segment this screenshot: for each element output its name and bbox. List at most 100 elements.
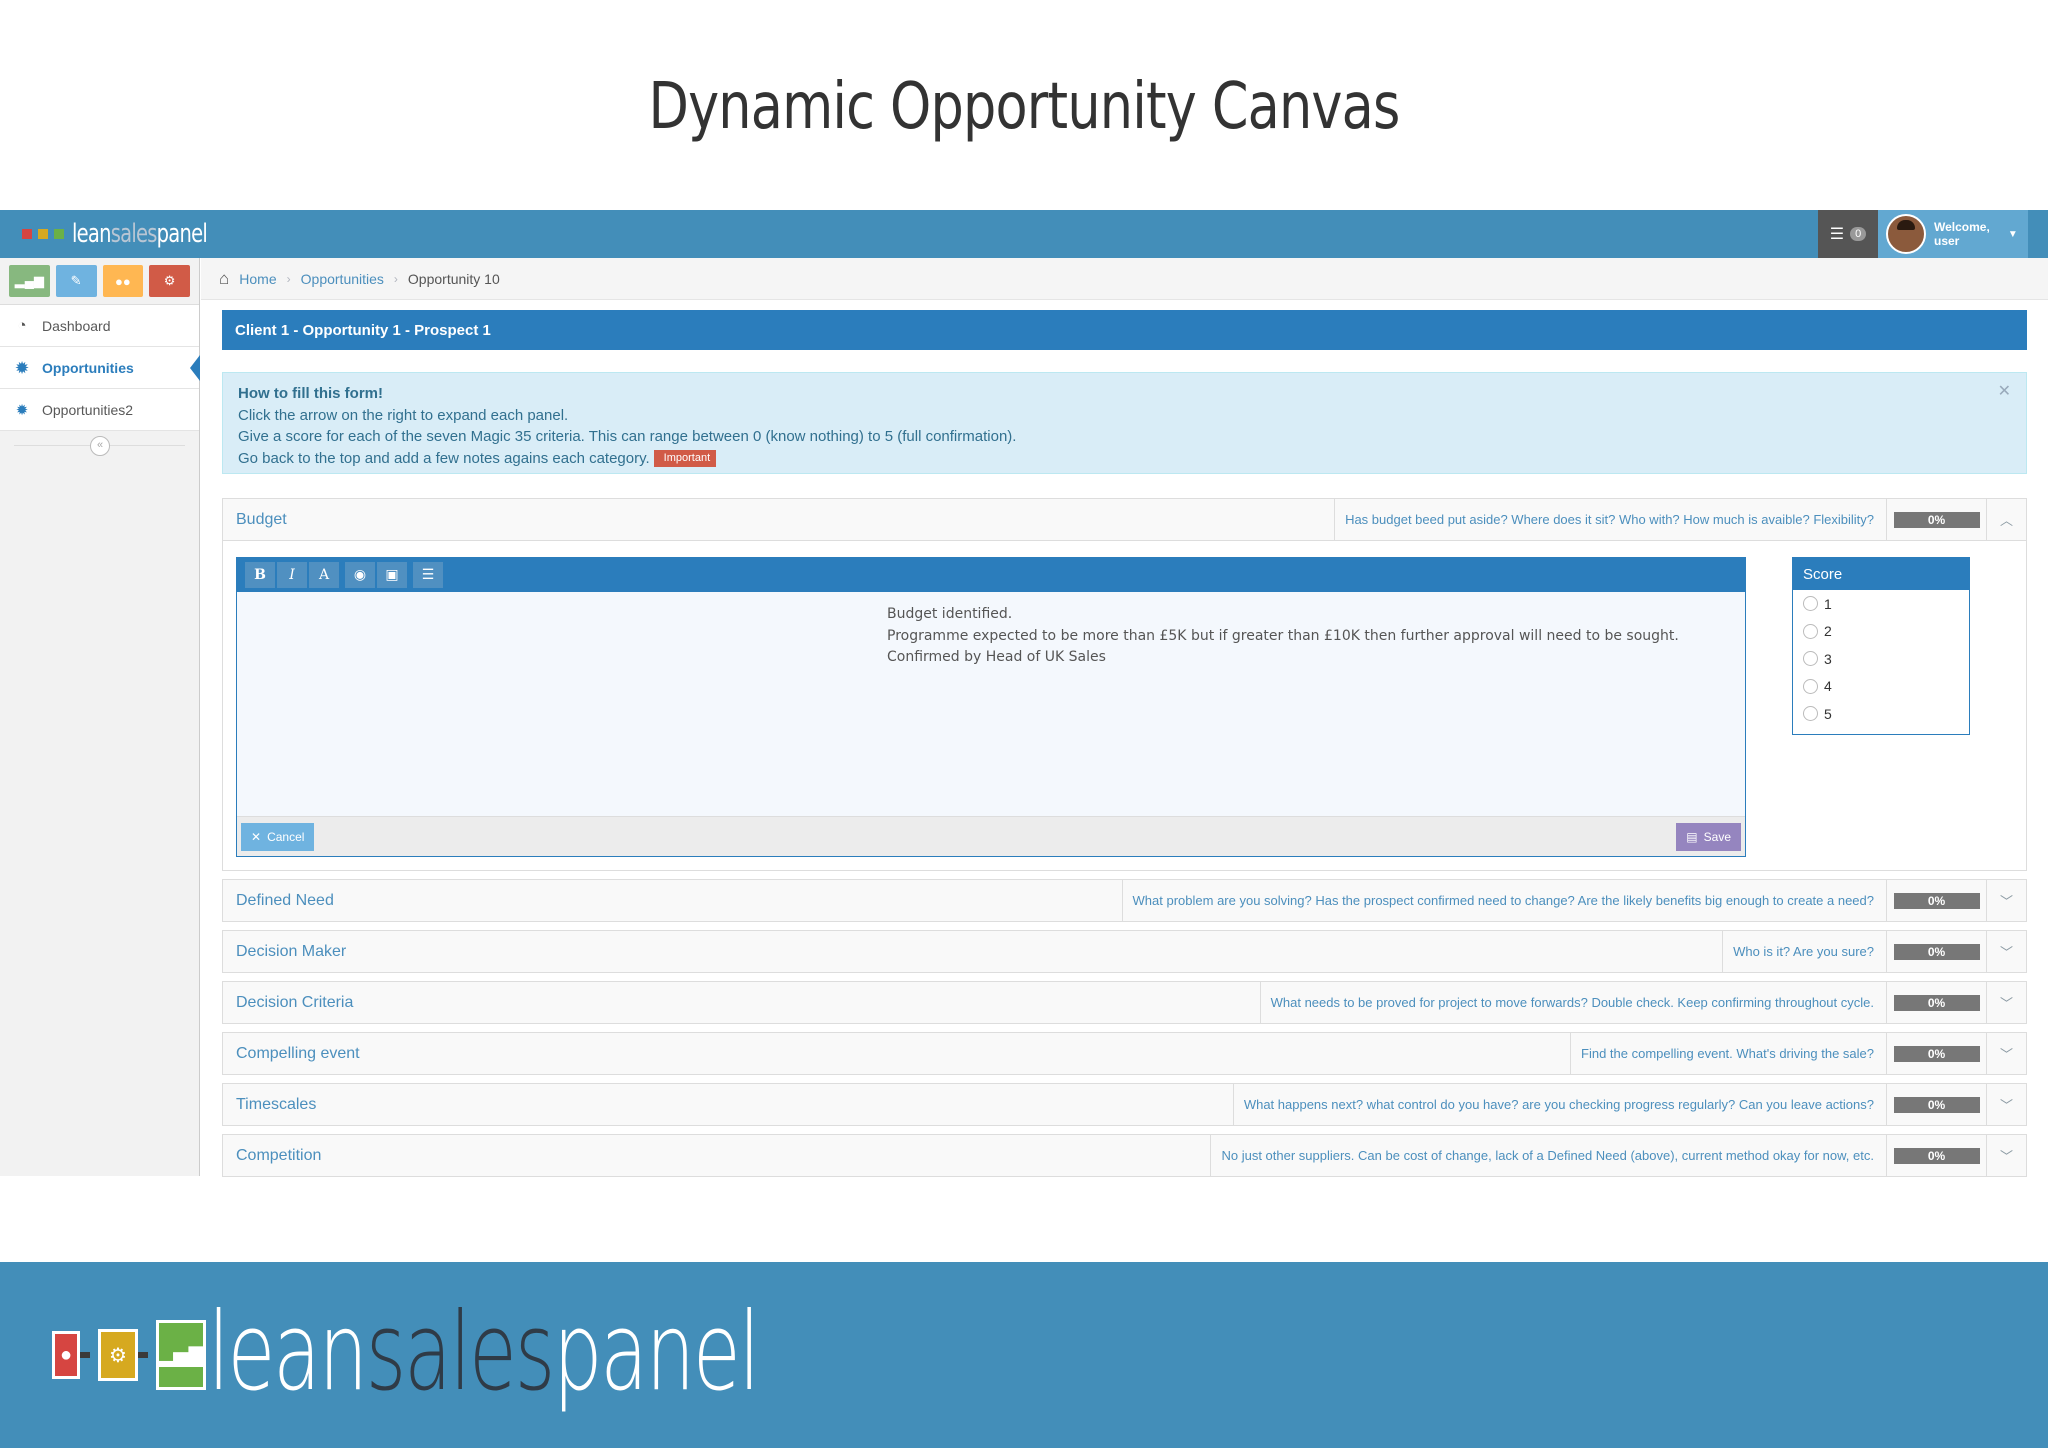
panel-hint: Has budget beed put aside? Where does it… (1334, 499, 1886, 540)
breadcrumb-opportunities[interactable]: Opportunities (301, 271, 384, 287)
progress-bar: 0% (1893, 892, 1980, 909)
panel-progress: 0% (1886, 1135, 1986, 1176)
score-box: Score 1 2 3 4 5 (1792, 557, 1970, 735)
logo-connector (138, 1352, 148, 1358)
panel-title: Defined Need (236, 891, 334, 909)
radio-button[interactable] (1803, 623, 1818, 639)
editor-toolbar: B I A ◉ ▣ ☰ (237, 558, 1745, 592)
close-icon[interactable]: ✕ (1998, 381, 2011, 403)
panel-compelling-event: Compelling event Find the compelling eve… (222, 1032, 2027, 1075)
panel-title: Budget (236, 510, 287, 528)
breadcrumb-current: Opportunity 10 (407, 270, 500, 287)
panel-header[interactable]: Decision Criteria What needs to be prove… (223, 982, 2026, 1023)
editor-content[interactable]: Budget identified. Programme expected to… (887, 604, 1679, 669)
editor-footer: ✕ Cancel ▤ Save (237, 816, 1745, 856)
sidebar-item-dashboard[interactable]: ◔ Dashboard (0, 305, 199, 347)
panel-hint: No just other suppliers. Can be cost of … (1210, 1135, 1886, 1176)
gear-icon: ⚙ (98, 1329, 138, 1381)
info-line: Give a score for each of the seven Magic… (238, 428, 1017, 445)
brand-name: leansalespanel (72, 219, 208, 249)
user-menu[interactable]: Welcome, user ▼ (1878, 210, 2028, 258)
logo-red-block-icon (22, 229, 32, 239)
panel-progress: 0% (1886, 1084, 1986, 1125)
panel-timescales: Timescales What happens next? what contr… (222, 1083, 2027, 1126)
panel-header[interactable]: Compelling event Find the compelling eve… (223, 1033, 2026, 1074)
italic-button[interactable]: I (277, 562, 307, 588)
cogs-icon[interactable]: ⚙ (149, 265, 190, 297)
panel-hint: Find the compelling event. What's drivin… (1570, 1033, 1886, 1074)
cancel-button[interactable]: ✕ Cancel (241, 823, 315, 851)
notifications-badge: 0 (1850, 227, 1867, 241)
sidebar-item-opportunities2[interactable]: ✹ Opportunities2 (0, 389, 199, 431)
breadcrumb-home[interactable]: Home (239, 271, 276, 287)
navbar: leansalespanel ☰ 0 Welcome, user ▼ (0, 210, 2048, 258)
chat-icon: ● (52, 1331, 80, 1379)
globe-icon[interactable]: ◉ (345, 562, 375, 588)
font-color-button[interactable]: A (309, 562, 339, 588)
avatar (1886, 214, 1926, 254)
panel-title: Compelling event (236, 1044, 360, 1062)
panel-decision-maker: Decision Maker Who is it? Are you sure? … (222, 930, 2027, 973)
panel-header[interactable]: Competition No just other suppliers. Can… (223, 1135, 2026, 1176)
page-title: Client 1 - Opportunity 1 - Prospect 1 (222, 310, 2027, 350)
panel-header[interactable]: Decision Maker Who is it? Are you sure? … (223, 931, 2026, 972)
list-icon[interactable]: ☰ (413, 562, 443, 588)
score-option-2[interactable]: 2 (1793, 618, 1969, 646)
radio-button[interactable] (1803, 596, 1818, 612)
panel-header[interactable]: Defined Need What problem are you solvin… (223, 880, 2026, 921)
radio-button[interactable] (1803, 651, 1818, 667)
radio-button[interactable] (1803, 678, 1818, 694)
chevron-down-icon[interactable]: ﹀ (1986, 1033, 2026, 1074)
score-option-4[interactable]: 4 (1793, 673, 1969, 701)
double-chevron-left-icon[interactable]: « (90, 436, 110, 456)
progress-bar: 0% (1893, 1045, 1980, 1062)
panel-hint: What problem are you solving? Has the pr… (1121, 880, 1886, 921)
save-button[interactable]: ▤ Save (1676, 823, 1741, 851)
score-option-5[interactable]: 5 (1793, 700, 1969, 728)
sidebar-collapse: « (0, 431, 199, 461)
score-title: Score (1793, 558, 1969, 590)
progress-bar: 0% (1893, 1096, 1980, 1113)
chevron-up-icon[interactable]: ︿ (1986, 499, 2026, 540)
panel-budget: Budget Has budget beed put aside? Where … (222, 498, 2027, 871)
notifications-button[interactable]: ☰ 0 (1818, 210, 1878, 258)
welcome-text: Welcome, user (1934, 220, 1990, 248)
gear-icon: ✹ (15, 359, 29, 377)
sidebar-item-opportunities[interactable]: ✹ Opportunities (0, 347, 200, 389)
sidebar-item-label: Dashboard (42, 317, 111, 334)
group-icon[interactable]: ●● (102, 265, 144, 297)
pencil-icon[interactable]: ✎ (55, 265, 97, 297)
chevron-down-icon[interactable]: ﹀ (1986, 1135, 2026, 1176)
gear-icon: ✹ (15, 401, 29, 419)
chevron-down-icon[interactable]: ﹀ (1986, 1084, 2026, 1125)
dashboard-icon: ◔ (17, 317, 27, 334)
wysiwyg-editor[interactable]: B I A ◉ ▣ ☰ Budget identified. Programme… (236, 557, 1746, 857)
slide-title: Dynamic Opportunity Canvas (648, 70, 1400, 144)
bold-button[interactable]: B (245, 562, 275, 588)
chevron-down-icon[interactable]: ﹀ (1986, 931, 2026, 972)
footer-brand-name: leansalespanel (208, 1290, 760, 1415)
info-alert: How to fill this form! Click the arrow o… (222, 372, 2027, 474)
app-window: leansalespanel ☰ 0 Welcome, user ▼ ▂▄▆ ✎… (0, 210, 2048, 1177)
panel-hint: What needs to be proved for project to m… (1259, 982, 1886, 1023)
panel-hint: What happens next? what control do you h… (1232, 1084, 1886, 1125)
info-line: Click the arrow on the right to expand e… (238, 406, 569, 424)
info-line: Go back to the top and add a few notes a… (238, 448, 2011, 470)
score-option-1[interactable]: 1 (1793, 590, 1969, 618)
panel-progress: 0% (1886, 880, 1986, 921)
panel-progress: 0% (1886, 982, 1986, 1023)
chevron-down-icon[interactable]: ﹀ (1986, 982, 2026, 1023)
radio-button[interactable] (1803, 706, 1818, 722)
panel-header[interactable]: Timescales What happens next? what contr… (223, 1084, 2026, 1125)
image-icon[interactable]: ▣ (377, 562, 407, 588)
score-option-3[interactable]: 3 (1793, 645, 1969, 673)
logo-connector (80, 1352, 90, 1358)
brand-logo[interactable]: leansalespanel (22, 218, 252, 250)
bar-chart-icon: ▂▅▇ (156, 1320, 206, 1390)
panel-header[interactable]: Budget Has budget beed put aside? Where … (223, 499, 2026, 540)
floppy-icon: ▤ (1686, 830, 1698, 844)
signal-icon[interactable]: ▂▄▆ (9, 265, 50, 297)
progress-bar: 0% (1893, 943, 1980, 960)
panel-body: B I A ◉ ▣ ☰ Budget identified. Programme… (223, 540, 2026, 870)
chevron-down-icon[interactable]: ﹀ (1986, 880, 2026, 921)
